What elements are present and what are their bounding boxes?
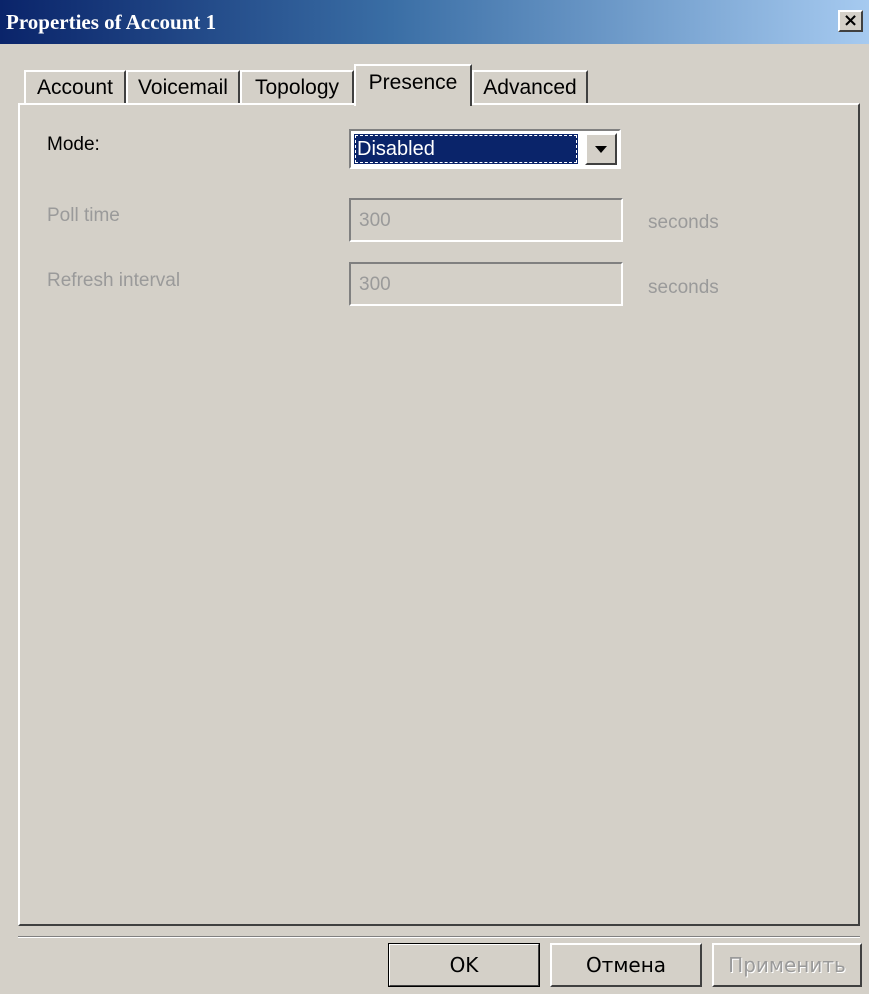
mode-label: Mode:: [47, 134, 100, 155]
title-bar: Properties of Account 1 ×: [0, 0, 869, 44]
poll-time-input: 300: [349, 198, 623, 242]
close-icon: ×: [842, 10, 859, 31]
apply-button[interactable]: Применить: [712, 943, 862, 987]
poll-time-unit: seconds: [648, 212, 719, 233]
ok-button[interactable]: OK: [388, 943, 540, 987]
mode-dropdown-button[interactable]: [585, 133, 617, 165]
tab-account[interactable]: Account: [24, 70, 126, 104]
chevron-down-icon: [595, 145, 607, 153]
close-button[interactable]: ×: [838, 10, 863, 32]
window-title: Properties of Account 1: [6, 10, 217, 34]
tab-voicemail[interactable]: Voicemail: [126, 70, 240, 104]
mode-selected-value: Disabled: [354, 134, 578, 164]
tab-topology[interactable]: Topology: [240, 70, 354, 104]
mode-select[interactable]: Disabled: [349, 129, 621, 169]
tab-advanced[interactable]: Advanced: [472, 70, 588, 104]
refresh-interval-label: Refresh interval: [47, 270, 181, 291]
tab-presence[interactable]: Presence: [354, 64, 472, 106]
refresh-interval-unit: seconds: [648, 277, 719, 298]
cancel-button[interactable]: Отмена: [550, 943, 702, 987]
refresh-interval-input: 300: [349, 262, 623, 306]
button-separator: [18, 936, 860, 938]
poll-time-label: Poll time: [47, 205, 120, 226]
